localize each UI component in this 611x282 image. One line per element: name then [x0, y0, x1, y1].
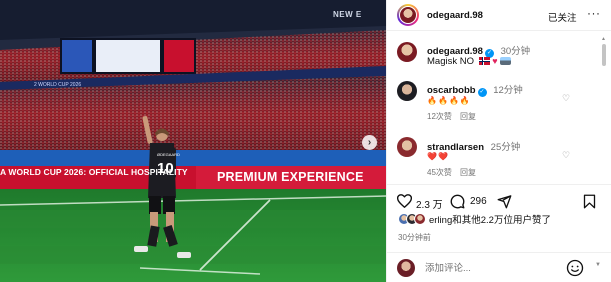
emoji-picker-icon[interactable]: [566, 259, 584, 277]
fire-emoji-icon: 🔥: [437, 96, 448, 105]
post-header: odegaard.98 已关注 ···: [387, 0, 611, 31]
stadium-scene: [0, 0, 386, 282]
jersey-name: ØDEGAARD: [157, 152, 180, 157]
caption-text-line: Magisk NO ♥: [427, 56, 512, 67]
fire-emoji-icon: 🔥: [427, 96, 437, 105]
ribbon-board-text: 2 WORLD CUP 2026: [34, 82, 82, 88]
like-heart-icon[interactable]: [397, 194, 412, 208]
more-options-icon[interactable]: ···: [587, 6, 601, 20]
heart-emoji-icon: ♥: [492, 56, 498, 66]
comment-input[interactable]: [425, 261, 555, 275]
comment-emoji-row: 🔥🔥🔥🔥: [427, 94, 471, 105]
author-username[interactable]: odegaard.98: [427, 10, 483, 21]
fire-emoji-icon: 🔥: [448, 96, 459, 105]
comment-count[interactable]: 296: [470, 196, 487, 207]
scroll-down-icon[interactable]: ▼: [595, 262, 601, 268]
roof-sign-text: NEW E: [333, 10, 362, 19]
comment-avatar[interactable]: [397, 81, 417, 101]
stadium-emoji-icon: [500, 57, 512, 65]
comment-time: 25分钟: [490, 142, 521, 153]
chevron-right-icon: ›: [367, 137, 372, 148]
comment-time: 12分钟: [493, 85, 523, 96]
scrollbar-thumb[interactable]: [602, 44, 606, 66]
liker-avatars: [398, 213, 430, 225]
fire-emoji-icon: 🔥: [459, 96, 470, 105]
comment-avatar[interactable]: [397, 137, 417, 157]
heart-emoji-icon: ❤️: [437, 152, 448, 161]
post-timestamp[interactable]: 30分钟前: [398, 232, 431, 243]
comment-likes[interactable]: 45次赞: [427, 167, 452, 178]
caption-text: Magisk NO: [427, 56, 474, 67]
verified-badge-icon: ✓: [477, 88, 487, 97]
heart-emoji-icon: ❤️: [427, 152, 437, 161]
next-photo-button[interactable]: ›: [362, 135, 377, 150]
reply-button[interactable]: 回复: [460, 111, 476, 122]
share-send-icon[interactable]: [497, 194, 512, 209]
comment-likes[interactable]: 12次赞: [427, 111, 452, 122]
author-avatar-ring[interactable]: [397, 4, 419, 26]
caption-avatar[interactable]: [397, 42, 417, 62]
norway-flag-icon: [478, 57, 490, 65]
current-user-avatar: [397, 259, 415, 277]
comment-like-heart-icon[interactable]: ♡: [562, 150, 570, 161]
instagram-post-view: NEW E 2 WORLD CUP 2026 A WORLD CUP 2026:…: [0, 0, 611, 282]
comment-like-heart-icon[interactable]: ♡: [562, 93, 570, 104]
liker-avatar: [414, 213, 426, 225]
post-photo[interactable]: NEW E 2 WORLD CUP 2026 A WORLD CUP 2026:…: [0, 0, 386, 282]
ad-banner-right: PREMIUM EXPERIENCE: [217, 170, 364, 184]
comment-composer: ▼: [387, 252, 611, 282]
post-sidebar: odegaard.98 已关注 ··· odegaard.98 ✓ 30分钟 Ma…: [386, 0, 611, 282]
following-button[interactable]: 已关注: [548, 10, 577, 24]
comments-scrollbar[interactable]: ▲: [601, 36, 607, 176]
like-count[interactable]: 2.3 万: [416, 196, 443, 211]
author-avatar: [400, 7, 416, 23]
jersey-number: 10: [157, 160, 174, 177]
comment-emoji-row: ❤️❤️: [427, 150, 449, 161]
scroll-up-icon[interactable]: ▲: [601, 36, 606, 42]
likes-summary[interactable]: erling和其他2.2万位用户赞了: [429, 212, 551, 226]
reply-button[interactable]: 回复: [460, 167, 476, 178]
save-bookmark-icon[interactable]: [583, 194, 596, 209]
comment-bubble-icon[interactable]: [450, 194, 465, 209]
